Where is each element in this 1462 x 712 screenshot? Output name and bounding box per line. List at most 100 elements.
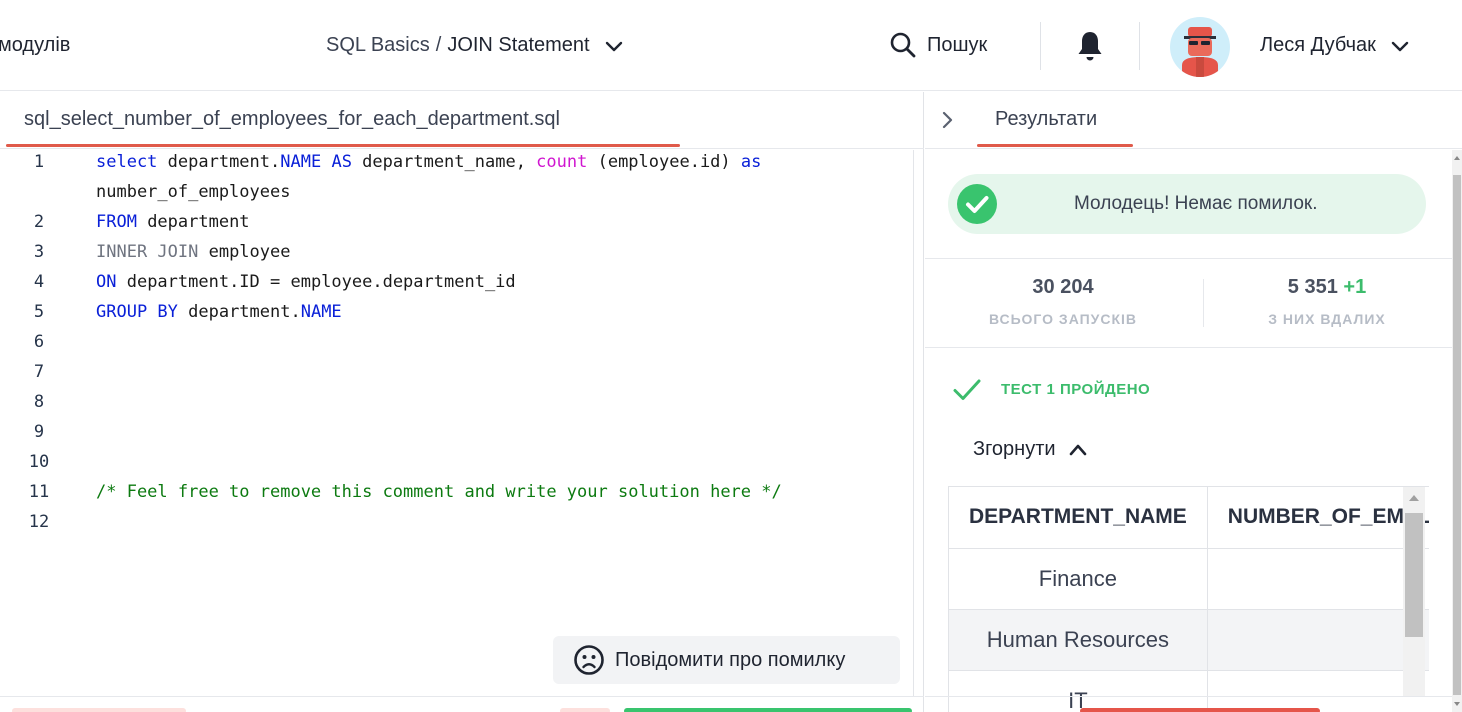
breadcrumb[interactable]: SQL Basics / JOIN Statement [326, 34, 624, 57]
line-number: 4 [33, 272, 45, 292]
code-line[interactable]: 1 select department.NAME AS department_na… [0, 152, 914, 182]
top-header: модулів SQL Basics / JOIN Statement Пошу… [0, 0, 1462, 91]
code-text: ON department.ID = employee.department_i… [96, 272, 516, 292]
breadcrumb-course[interactable]: SQL Basics [326, 34, 430, 57]
code-token: NAME [280, 152, 322, 172]
code-token: department. [157, 152, 281, 172]
divider [0, 148, 924, 149]
table-cell: 5 [1207, 670, 1429, 712]
results-grid: DEPARTMENT_NAME NUMBER_OF_EMPLOYEES Fina… [949, 487, 1429, 712]
code-line[interactable]: 4 ON department.ID = employee.department_… [0, 272, 914, 302]
code-token: count [536, 152, 588, 172]
code-line[interactable]: 5 GROUP BY department.NAME [0, 302, 914, 332]
submit-button-partial[interactable] [1080, 708, 1320, 712]
divider [925, 258, 1452, 259]
scroll-up-arrow[interactable] [1409, 495, 1419, 501]
code-token: department [136, 212, 250, 232]
active-tab-indicator [6, 144, 680, 147]
code-line[interactable]: 9 [0, 422, 914, 452]
stat-total-runs: 30 204 ВСЬОГО ЗАПУСКІВ [933, 276, 1193, 327]
code-line[interactable]: 8 [0, 392, 914, 422]
code-line[interactable]: 10 [0, 452, 914, 482]
scroll-down-arrow[interactable] [1454, 702, 1460, 706]
table-row: Finance 4 [949, 548, 1429, 610]
code-text: /* Feel free to remove this comment and … [96, 482, 782, 502]
user-menu[interactable]: Леся Дубчак [1260, 34, 1410, 57]
code-token: department. [177, 302, 301, 322]
modules-link[interactable]: модулів [0, 34, 70, 57]
stat-value: 5 351 +1 [1197, 276, 1457, 299]
scroll-thumb[interactable] [1453, 175, 1461, 695]
column-header: DEPARTMENT_NAME [949, 487, 1208, 549]
line-number: 1 [33, 152, 45, 172]
run-button-partial[interactable] [624, 708, 912, 712]
code-line[interactable]: 12 [0, 512, 914, 542]
active-tab-indicator [977, 144, 1133, 147]
table-cell: 4 [1207, 548, 1429, 610]
code-line[interactable]: 3 INNER JOIN employee [0, 242, 914, 272]
file-tab[interactable]: sql_select_number_of_employees_for_each_… [24, 108, 560, 131]
bottom-button-partial[interactable] [12, 708, 186, 712]
table-cell: Human Resources [949, 609, 1208, 671]
stat-label: З НИХ ВДАЛИХ [1268, 311, 1386, 327]
check-icon [953, 379, 981, 400]
table-cell: IT [949, 670, 1208, 712]
code-line[interactable]: 11 /* Feel free to remove this comment an… [0, 482, 914, 512]
divider [925, 148, 1462, 149]
test-status: ТЕСТ 1 ПРОЙДЕНО [1001, 381, 1151, 398]
user-name: Леся Дубчак [1260, 34, 1376, 56]
check-circle-icon [957, 184, 997, 224]
editor-scrollbar[interactable] [913, 150, 914, 696]
table-cell: 3 [1207, 609, 1429, 671]
code-token: NAME [300, 302, 342, 322]
table-scrollbar[interactable] [1403, 487, 1425, 696]
stat-successful: 5 351 +1 З НИХ ВДАЛИХ [1197, 276, 1457, 327]
search-button[interactable]: Пошук [889, 31, 987, 59]
code-text: FROM department [96, 212, 250, 232]
header-divider [1040, 22, 1041, 70]
code-line[interactable]: 6 [0, 332, 914, 362]
stat-value: 30 204 [1032, 276, 1094, 298]
code-token: employee [198, 242, 291, 262]
chevron-down-icon [1390, 36, 1410, 56]
line-number: 6 [33, 332, 45, 352]
divider [925, 347, 1452, 348]
scroll-up-arrow[interactable] [1454, 156, 1460, 160]
table-cell: Finance [949, 548, 1208, 610]
line-number: 11 [28, 482, 50, 502]
collapse-button[interactable]: Згорнути [973, 438, 1088, 461]
code-text: select department.NAME AS department_nam… [96, 152, 761, 172]
sad-face-icon [574, 645, 604, 675]
code-token: department_name, [351, 152, 537, 172]
code-token: AS [331, 152, 352, 172]
chevron-down-icon[interactable] [604, 36, 624, 56]
line-number: 3 [33, 242, 45, 262]
divider [0, 696, 924, 697]
code-token: as [740, 152, 762, 172]
search-label: Пошук [927, 33, 988, 56]
bell-icon[interactable] [1076, 30, 1104, 62]
avatar[interactable] [1170, 17, 1230, 77]
line-number: 2 [33, 212, 45, 232]
chevron-right-icon[interactable] [937, 110, 957, 130]
success-message: Молодець! Немає помилок. [1074, 193, 1318, 214]
line-number: 10 [28, 452, 50, 472]
success-banner: Молодець! Немає помилок. [948, 174, 1426, 234]
code-token: FROM [96, 212, 137, 232]
tab-results[interactable]: Результати [995, 108, 1097, 131]
code-token: department.ID = employee.department_id [116, 272, 516, 292]
report-error-button[interactable]: Повідомити про помилку [553, 636, 900, 684]
scroll-thumb[interactable] [1405, 513, 1423, 637]
table-row: IT 5 [949, 670, 1429, 712]
bottom-button-partial[interactable] [560, 708, 610, 712]
code-line[interactable]: 7 [0, 362, 914, 392]
breadcrumb-topic[interactable]: JOIN Statement [447, 34, 589, 57]
code-token: number_of_employees [96, 182, 291, 202]
code-line[interactable]: number_of_employees [0, 182, 914, 212]
code-line[interactable]: 2 FROM department [0, 212, 914, 242]
chevron-up-icon [1069, 444, 1086, 455]
results-scrollbar[interactable] [1452, 150, 1462, 712]
collapse-label: Згорнути [973, 438, 1056, 460]
code-text: INNER JOIN employee [96, 242, 290, 262]
